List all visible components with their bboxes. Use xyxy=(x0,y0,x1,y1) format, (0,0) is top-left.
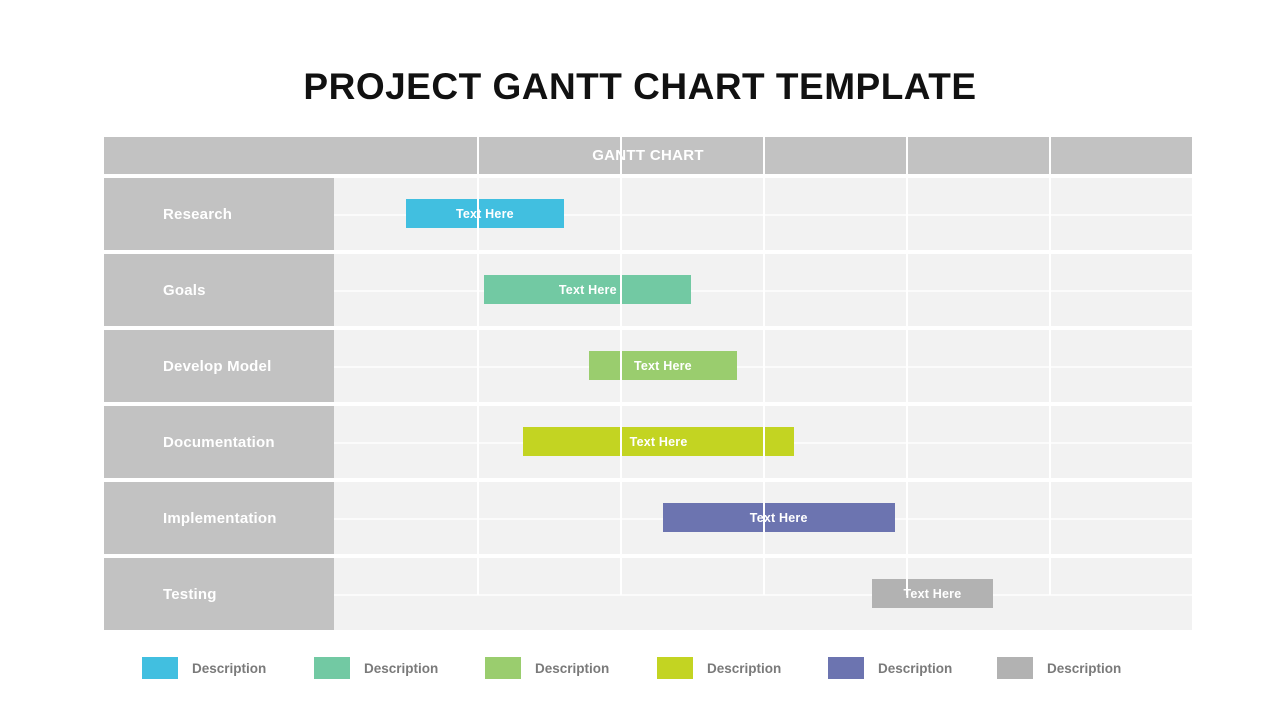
legend-color-swatch xyxy=(142,657,178,679)
gantt-chart: GANTT CHART Research Text Here Goals Text H… xyxy=(104,137,1192,636)
gantt-task-bar[interactable]: Text Here xyxy=(871,579,994,608)
legend-color-swatch xyxy=(828,657,864,679)
legend-color-swatch xyxy=(314,657,350,679)
gantt-row-track: Text Here xyxy=(334,482,1192,554)
legend-label: Description xyxy=(707,660,782,676)
legend-label: Description xyxy=(1047,660,1122,676)
gantt-task-bar[interactable]: Text Here xyxy=(484,275,692,304)
gantt-row-midline xyxy=(334,366,1192,368)
legend-color-swatch xyxy=(485,657,521,679)
gantt-task-bar-label: Text Here xyxy=(749,510,808,525)
legend-color-swatch xyxy=(657,657,693,679)
gantt-rows-area: Research Text Here Goals Text Here Develop M… xyxy=(104,178,1192,636)
gantt-row-midline xyxy=(334,594,1192,596)
gantt-row: Goals Text Here xyxy=(104,254,1192,326)
gantt-task-bar-label: Text Here xyxy=(903,586,962,601)
legend-label: Description xyxy=(878,660,953,676)
gantt-row-midline xyxy=(334,290,1192,292)
gantt-task-bar-label: Text Here xyxy=(633,358,692,373)
legend-item[interactable]: Description xyxy=(828,655,952,681)
gantt-header-label: GANTT CHART xyxy=(592,147,704,164)
gantt-row: Implementation Text Here xyxy=(104,482,1192,554)
legend-item[interactable]: Description xyxy=(997,655,1121,681)
legend-item[interactable]: Description xyxy=(657,655,781,681)
gantt-row: Develop Model Text Here xyxy=(104,330,1192,402)
legend-label: Description xyxy=(192,660,267,676)
gantt-row-track: Text Here xyxy=(334,330,1192,402)
gantt-row-label-cell[interactable]: Implementation xyxy=(104,482,334,554)
gantt-row-track: Text Here xyxy=(334,406,1192,478)
gantt-row-label: Research xyxy=(163,205,233,223)
gantt-task-bar[interactable]: Text Here xyxy=(662,503,895,532)
gantt-row-label-cell[interactable]: Documentation xyxy=(104,406,334,478)
gantt-row-label: Documentation xyxy=(163,433,275,451)
legend-label: Description xyxy=(535,660,610,676)
gantt-row: Testing Text Here xyxy=(104,558,1192,630)
legend-color-swatch xyxy=(997,657,1033,679)
legend-item[interactable]: Description xyxy=(485,655,609,681)
gantt-header-band: GANTT CHART xyxy=(104,137,1192,174)
gantt-row-label: Implementation xyxy=(163,509,277,527)
gantt-row-label-cell[interactable]: Develop Model xyxy=(104,330,334,402)
gantt-row-track: Text Here xyxy=(334,558,1192,630)
gantt-row-label-cell[interactable]: Research xyxy=(104,178,334,250)
legend-item[interactable]: Description xyxy=(314,655,438,681)
chart-legend: Description Description Description Descrip… xyxy=(104,655,1192,685)
gantt-row-label-cell[interactable]: Goals xyxy=(104,254,334,326)
gantt-row-label: Testing xyxy=(163,585,217,603)
gantt-row-label: Goals xyxy=(163,281,206,299)
gantt-row: Documentation Text Here xyxy=(104,406,1192,478)
gantt-task-bar-label: Text Here xyxy=(558,282,617,297)
legend-label: Description xyxy=(364,660,439,676)
gantt-row-track: Text Here xyxy=(334,254,1192,326)
gantt-row-track: Text Here xyxy=(334,178,1192,250)
legend-item[interactable]: Description xyxy=(142,655,266,681)
gantt-task-bar[interactable]: Text Here xyxy=(588,351,738,380)
page-title: PROJECT GANTT CHART TEMPLATE xyxy=(303,66,977,107)
gantt-task-bar-label: Text Here xyxy=(629,434,688,449)
gantt-task-bar-label: Text Here xyxy=(455,206,514,221)
gantt-task-bar[interactable]: Text Here xyxy=(522,427,795,456)
gantt-chart-slide: PROJECT GANTT CHART TEMPLATE GANTT CHART… xyxy=(0,0,1280,720)
gantt-row: Research Text Here xyxy=(104,178,1192,250)
gantt-row-label-cell[interactable]: Testing xyxy=(104,558,334,630)
gantt-row-label: Develop Model xyxy=(163,357,272,375)
gantt-task-bar[interactable]: Text Here xyxy=(405,199,565,228)
